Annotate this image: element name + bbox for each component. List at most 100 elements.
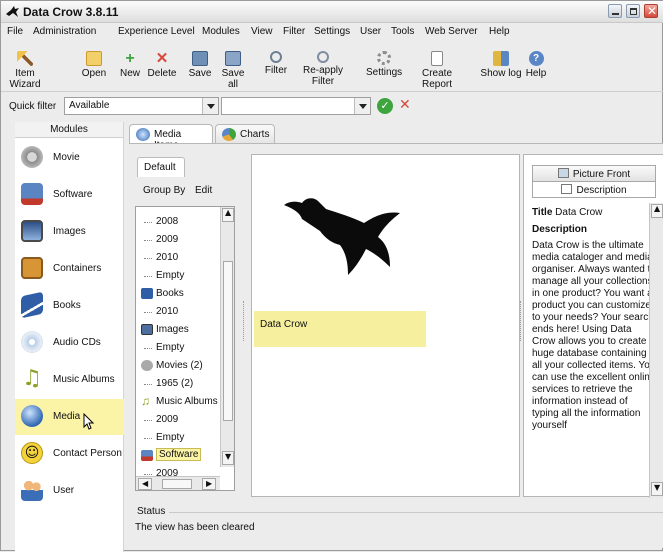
tree-item-label: Images <box>156 324 189 335</box>
tree-horizontal-scrollbar[interactable]: ◀ ▶ <box>136 476 220 490</box>
splitter-handle[interactable] <box>520 301 522 341</box>
module-software[interactable]: Software <box>15 177 124 213</box>
quick-filter-select[interactable]: Available <box>64 97 219 115</box>
open-button[interactable]: Open <box>80 51 108 79</box>
module-media[interactable]: Media <box>15 399 124 435</box>
scroll-thumb[interactable] <box>162 479 192 489</box>
settings-button[interactable]: Settings <box>366 51 402 78</box>
menu-experience-level[interactable]: Experience Level <box>118 26 195 37</box>
menu-view[interactable]: View <box>251 26 273 37</box>
module-containers[interactable]: Containers <box>15 251 124 287</box>
title-bar[interactable]: Data Crow 3.8.11 ✕ <box>1 1 663 23</box>
close-icon: ✕ <box>647 4 658 18</box>
maximize-button[interactable] <box>626 4 640 18</box>
clear-filter-button[interactable]: ✕ <box>399 97 415 113</box>
tree-group-images[interactable]: Images <box>136 321 220 339</box>
module-movie[interactable]: Movie <box>15 140 124 176</box>
tree-item[interactable]: Empty <box>136 339 220 357</box>
tree-group-software[interactable]: Software <box>136 447 220 465</box>
status-message: The view has been cleared <box>135 522 255 533</box>
chevron-left-icon: ◀ <box>142 479 149 488</box>
tree-item-label: Music Albums <box>156 396 218 407</box>
item-card[interactable]: Data Crow <box>254 161 426 351</box>
menu-tools[interactable]: Tools <box>391 26 414 37</box>
search-select[interactable] <box>221 97 371 115</box>
picture-icon <box>21 220 43 242</box>
scroll-up-button[interactable]: ▲ <box>222 208 234 222</box>
save-button[interactable]: Save <box>187 51 213 79</box>
scroll-up-button[interactable]: ▲ <box>651 204 663 218</box>
menu-file[interactable]: File <box>7 26 23 37</box>
tab-charts[interactable]: Charts <box>215 124 275 144</box>
filter-label: Filter <box>264 65 288 76</box>
tree-group-movies[interactable]: Movies (2) <box>136 357 220 375</box>
crow-logo-icon <box>284 198 400 275</box>
tab-default[interactable]: Default <box>137 157 185 177</box>
delete-button[interactable]: ✕ Delete <box>147 51 177 79</box>
tree-vertical-scrollbar[interactable]: ▲ ▼ <box>220 207 234 467</box>
tree-item[interactable]: 2009 <box>136 231 220 249</box>
scroll-right-button[interactable]: ▶ <box>202 478 216 490</box>
module-images[interactable]: Images <box>15 214 124 250</box>
tree-item-label: Movies (2) <box>156 360 203 371</box>
reapply-filter-button[interactable]: Re-apply Filter <box>292 51 354 87</box>
group-by-button[interactable]: Group By <box>143 185 185 196</box>
tree-item[interactable]: 2009 <box>136 411 220 429</box>
menu-settings[interactable]: Settings <box>314 26 350 37</box>
minimize-button[interactable] <box>608 4 622 18</box>
edit-group-button[interactable]: Edit <box>195 185 212 196</box>
module-label: User <box>53 485 75 496</box>
apply-filter-button[interactable]: ✓ <box>377 98 393 114</box>
scroll-down-button[interactable]: ▼ <box>651 482 663 496</box>
menu-modules[interactable]: Modules <box>202 26 240 37</box>
splitter-handle[interactable] <box>243 301 245 341</box>
status-label: Status <box>137 506 166 517</box>
scroll-thumb[interactable] <box>223 261 233 421</box>
item-wizard-label: Item Wizard <box>9 68 41 90</box>
scroll-left-button[interactable]: ◀ <box>138 478 152 490</box>
show-log-label: Show log <box>480 68 522 79</box>
help-button[interactable]: ? Help <box>524 51 548 79</box>
scroll-down-button[interactable]: ▼ <box>222 451 234 465</box>
show-log-button[interactable]: Show log <box>480 51 522 79</box>
tree-item[interactable]: 2010 <box>136 303 220 321</box>
tree-group-music-albums[interactable]: ♫ Music Albums <box>136 393 220 411</box>
filter-button[interactable]: Filter <box>263 51 289 76</box>
quick-filter-bar: Quick filter Available ✓ ✕ <box>1 94 663 118</box>
quick-filter-value: Available <box>69 100 110 111</box>
menu-filter[interactable]: Filter <box>283 26 305 37</box>
save-all-button[interactable]: Save all <box>216 51 250 90</box>
module-contact-person[interactable]: ☺ Contact Person <box>15 436 124 472</box>
close-window-button[interactable]: ✕ <box>644 4 658 18</box>
tab-description[interactable]: Description <box>532 181 656 198</box>
tree-item[interactable]: Empty <box>136 429 220 447</box>
module-user[interactable]: User <box>15 473 124 509</box>
tree-item[interactable]: 2010 <box>136 249 220 267</box>
menu-user[interactable]: User <box>360 26 381 37</box>
module-audio-cds[interactable]: Audio CDs <box>15 325 124 361</box>
tree-item[interactable]: 1965 (2) <box>136 375 220 393</box>
item-name-strip: Data Crow <box>254 311 426 347</box>
chevron-down-icon[interactable] <box>202 98 218 114</box>
tab-picture-front[interactable]: Picture Front <box>532 165 656 182</box>
log-icon <box>493 51 509 66</box>
module-music-albums[interactable]: ♫ Music Albums <box>15 362 124 398</box>
menu-administration[interactable]: Administration <box>33 26 96 37</box>
module-books[interactable]: Books <box>15 288 124 324</box>
module-label: Audio CDs <box>53 337 101 348</box>
item-wizard-button[interactable]: Item Wizard <box>5 51 45 90</box>
tree-group-books[interactable]: Books <box>136 285 220 303</box>
cd-icon <box>21 331 43 353</box>
tab-media-items[interactable]: Media Items <box>129 124 213 151</box>
chevron-down-icon[interactable] <box>354 98 370 114</box>
create-report-button[interactable]: Create Report <box>406 51 468 90</box>
description-text-area[interactable]: Title Data Crow Description Data Crow is… <box>532 207 656 495</box>
tree-item[interactable]: Empty <box>136 267 220 285</box>
description-scrollbar[interactable]: ▲ ▼ <box>649 203 663 498</box>
new-button[interactable]: + New <box>118 51 142 80</box>
menu-help[interactable]: Help <box>489 26 510 37</box>
picture-icon <box>141 324 153 335</box>
tree-item[interactable]: 2008 <box>136 213 220 231</box>
menu-web-server[interactable]: Web Server <box>425 26 478 37</box>
report-icon <box>431 51 443 66</box>
